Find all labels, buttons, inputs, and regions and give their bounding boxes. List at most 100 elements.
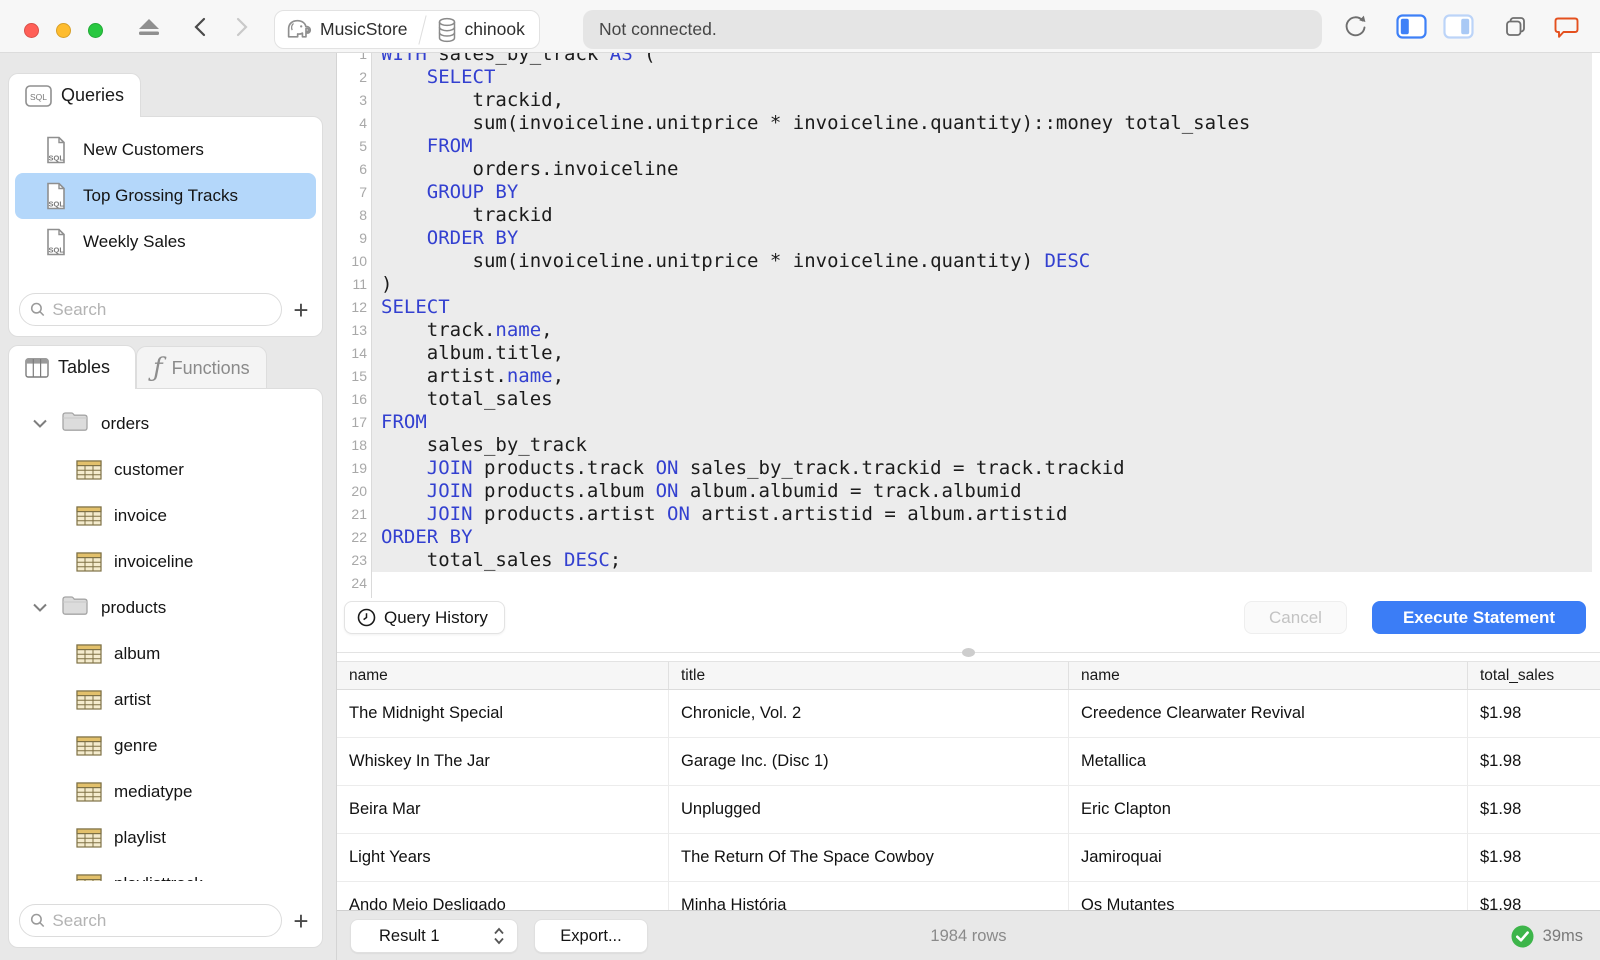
tab-functions[interactable]: ƒ Functions <box>136 346 267 389</box>
sidebar: SQL Queries SQL New Customers SQL Top Gr… <box>0 53 337 960</box>
table-cell: Chronicle, Vol. 2 <box>669 690 1069 737</box>
connection-status: Not connected. <box>583 10 1322 49</box>
tree-table-customer[interactable]: customer <box>9 447 322 493</box>
tree-table-invoiceline[interactable]: invoiceline <box>9 539 322 585</box>
tree-table-artist[interactable]: artist <box>9 677 322 723</box>
line-number: 6 <box>359 161 367 177</box>
queries-search-input[interactable] <box>52 299 271 320</box>
pane-resize-handle[interactable] <box>962 648 975 657</box>
line-number: 19 <box>351 460 367 476</box>
line-number: 20 <box>351 483 367 499</box>
line-number: 23 <box>351 552 367 568</box>
windows-icon[interactable] <box>1501 0 1529 53</box>
tree-table-label: customer <box>114 460 184 479</box>
tree-folder-orders[interactable]: orders <box>9 401 322 447</box>
tree-table-mediatype[interactable]: mediatype <box>9 769 322 815</box>
table-row[interactable]: Ando Meio Desligado Minha História Os Muta… <box>337 882 1600 910</box>
line-number: 21 <box>351 506 367 522</box>
tree-table-playlisttrack[interactable]: playlisttrack <box>9 861 322 881</box>
tree-table-invoice[interactable]: invoice <box>9 493 322 539</box>
table-cell: Garage Inc. (Disc 1) <box>669 738 1069 785</box>
eject-icon[interactable] <box>136 0 162 53</box>
column-header-title[interactable]: title <box>669 662 1069 689</box>
breadcrumb-server[interactable]: MusicStore <box>320 19 408 40</box>
table-cell: Unplugged <box>669 786 1069 833</box>
tree-table-label: album <box>114 644 161 663</box>
close-window-button[interactable] <box>24 23 39 38</box>
back-icon[interactable] <box>189 0 211 53</box>
tree-folder-products[interactable]: products <box>9 585 322 631</box>
table-icon <box>76 644 102 664</box>
query-history-button[interactable]: Query History <box>344 601 505 634</box>
refresh-icon[interactable] <box>1341 0 1369 53</box>
elephant-icon <box>285 16 312 43</box>
gutter-divider <box>371 53 372 598</box>
chevron-down-icon[interactable] <box>33 599 47 617</box>
tables-search-field[interactable] <box>19 904 282 937</box>
table-row[interactable]: Light Years The Return Of The Space Cowbo… <box>337 834 1600 882</box>
line-number: 7 <box>359 184 367 200</box>
breadcrumb-separator <box>417 14 427 45</box>
columns-icon <box>25 357 49 378</box>
zoom-window-button[interactable] <box>88 23 103 38</box>
column-header-total-sales[interactable]: total_sales <box>1468 662 1600 689</box>
forward-icon[interactable] <box>231 0 253 53</box>
line-number: 15 <box>351 368 367 384</box>
tree-table-genre[interactable]: genre <box>9 723 322 769</box>
table-cell: Metallica <box>1069 738 1468 785</box>
column-header-name[interactable]: name <box>337 662 669 689</box>
table-row[interactable]: The Midnight Special Chronicle, Vol. 2 Cre… <box>337 690 1600 738</box>
table-tree: orders customer invoice invoiceline prod… <box>9 389 322 881</box>
query-item-weekly-sales[interactable]: SQL Weekly Sales <box>15 219 316 265</box>
chat-icon[interactable] <box>1551 0 1581 53</box>
table-row[interactable]: Whiskey In The Jar Garage Inc. (Disc 1) Me… <box>337 738 1600 786</box>
svg-text:SQL: SQL <box>30 92 47 102</box>
line-number: 3 <box>359 92 367 108</box>
result-selector[interactable]: Result 1 <box>350 919 518 953</box>
tab-tables[interactable]: Tables <box>8 345 136 389</box>
minimize-window-button[interactable] <box>56 23 71 38</box>
column-header-name[interactable]: name <box>1069 662 1468 689</box>
query-item-new-customers[interactable]: SQL New Customers <box>15 127 316 173</box>
code-line: trackid <box>381 204 553 226</box>
sql-editor[interactable]: 1 2 3 4 5 6 7 8 9 10 11 12 13 14 15 16 17 18 19 20 21 22 23 24 … <box>337 53 1600 598</box>
line-number: 13 <box>351 322 367 338</box>
search-icon <box>30 913 45 928</box>
line-number: 4 <box>359 115 367 131</box>
chevron-down-icon[interactable] <box>33 415 47 433</box>
query-item-top-grossing-tracks[interactable]: SQL Top Grossing Tracks <box>15 173 316 219</box>
export-button[interactable]: Export... <box>534 919 648 953</box>
results-table: The Midnight Special Chronicle, Vol. 2 Cre… <box>337 690 1600 910</box>
execute-statement-button[interactable]: Execute Statement <box>1372 601 1586 634</box>
sidebar-right-toggle-icon[interactable] <box>1442 0 1474 53</box>
table-row[interactable]: Beira Mar Unplugged Eric Clapton $1.98 <box>337 786 1600 834</box>
line-number: 24 <box>351 575 367 591</box>
tables-search-input[interactable] <box>52 910 271 931</box>
breadcrumb-database[interactable]: chinook <box>465 19 525 40</box>
folder-icon <box>61 595 89 621</box>
sidebar-left-toggle-icon[interactable] <box>1395 0 1427 53</box>
cancel-button[interactable]: Cancel <box>1244 601 1347 634</box>
sql-code[interactable]: WITH sales_by_track AS ( SELECT trackid,… <box>381 53 1250 595</box>
search-icon <box>30 302 45 317</box>
table-cell: $1.98 <box>1480 800 1522 818</box>
tree-folder-label: products <box>101 598 167 617</box>
folder-icon <box>61 411 89 437</box>
code-line: sales_by_track <box>381 434 587 456</box>
tree-table-playlist[interactable]: playlist <box>9 815 322 861</box>
folder-icon <box>62 412 88 431</box>
tab-queries[interactable]: SQL Queries <box>8 73 142 117</box>
tree-table-album[interactable]: album <box>9 631 322 677</box>
add-query-button[interactable]: + <box>288 297 314 323</box>
query-history-label: Query History <box>384 607 488 627</box>
query-item-label: New Customers <box>83 140 204 159</box>
code-line: total_sales <box>381 388 553 410</box>
svg-text:SQL: SQL <box>49 154 65 163</box>
table-cell: $1.98 <box>1480 848 1522 866</box>
add-table-button[interactable]: + <box>288 908 314 934</box>
code-line: sum(invoiceline.unitprice * invoiceline.… <box>381 250 1091 272</box>
line-number: 14 <box>351 345 367 361</box>
queries-search-field[interactable] <box>19 293 282 326</box>
table-cell: The Return Of The Space Cowboy <box>669 834 1069 881</box>
svg-text:SQL: SQL <box>49 246 65 255</box>
